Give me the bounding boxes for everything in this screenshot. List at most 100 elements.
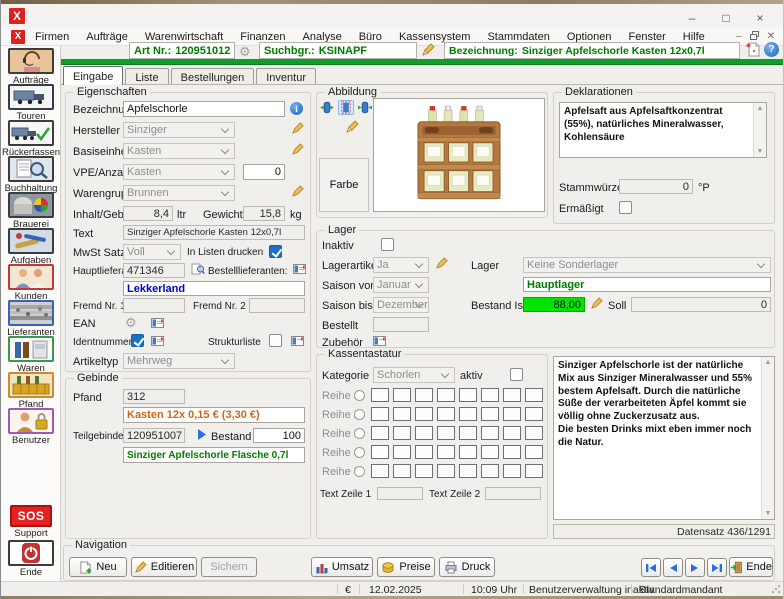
- sidebar-item-ende[interactable]: Ende: [1, 540, 61, 578]
- artikeltyp-select[interactable]: Mehrweg: [123, 353, 235, 369]
- menu-fenster[interactable]: Fenster: [629, 31, 666, 43]
- info-icon[interactable]: i: [290, 102, 303, 115]
- listen-drucken-checkbox[interactable]: [269, 245, 282, 258]
- first-record-button[interactable]: [641, 558, 661, 577]
- article-number-field[interactable]: Art Nr.: 120951012: [129, 42, 235, 59]
- stammwuerze-field[interactable]: 0: [619, 179, 693, 194]
- tab-eingabe[interactable]: Eingabe: [63, 66, 123, 85]
- sidebar-item-auftraege[interactable]: Aufträge: [1, 48, 61, 86]
- mdi-close-icon[interactable]: ✕: [767, 31, 775, 42]
- deklarationen-textarea[interactable]: Apfelsaft aus Apfelsaftkonzentrat (55%),…: [559, 102, 767, 158]
- kassen-key[interactable]: [459, 388, 477, 402]
- search-code-field[interactable]: Suchbgr.: KSINAPF: [259, 42, 417, 59]
- kassen-key[interactable]: [503, 388, 521, 402]
- minimize-button[interactable]: –: [677, 10, 707, 26]
- bestand-edit-pencil-icon[interactable]: [590, 297, 603, 310]
- kassen-key[interactable]: [481, 388, 499, 402]
- kassen-key[interactable]: [371, 407, 389, 421]
- sidebar-item-touren[interactable]: Touren: [1, 84, 61, 122]
- ean-gear-icon[interactable]: ⚙: [125, 316, 137, 329]
- kassen-key[interactable]: [437, 426, 455, 440]
- identnummern-checkbox[interactable]: [131, 334, 144, 347]
- kassen-key[interactable]: [437, 388, 455, 402]
- vpe-count-input[interactable]: 0: [243, 164, 285, 180]
- bestelllieferanten-card-icon[interactable]: [293, 264, 306, 274]
- reihe3-radio[interactable]: [354, 428, 365, 439]
- sidebar-item-kunden[interactable]: Kunden: [1, 264, 61, 302]
- inhalt-field[interactable]: 8,4: [123, 206, 173, 221]
- menu-hilfe[interactable]: Hilfe: [683, 31, 705, 43]
- menu-warenwirtschaft[interactable]: Warenwirtschaft: [145, 31, 223, 43]
- menu-buero[interactable]: Büro: [359, 31, 382, 43]
- basiseinheit-select[interactable]: Kasten: [123, 143, 235, 159]
- menu-kassensystem[interactable]: Kassensystem: [399, 31, 471, 43]
- druck-button[interactable]: Druck: [439, 557, 495, 577]
- ermaessigt-checkbox[interactable]: [619, 201, 632, 214]
- strukturliste-card-icon[interactable]: [291, 336, 304, 346]
- reihe4-radio[interactable]: [354, 447, 365, 458]
- kassen-key[interactable]: [525, 388, 543, 402]
- resize-grip[interactable]: [771, 584, 781, 594]
- image-align-left-icon[interactable]: [319, 100, 335, 115]
- strukturliste-checkbox[interactable]: [269, 334, 282, 347]
- umsatz-button[interactable]: Umsatz: [311, 557, 373, 577]
- kassen-key[interactable]: [393, 426, 411, 440]
- vpe-select[interactable]: Kasten: [123, 164, 235, 180]
- title-bar[interactable]: X – □ ×: [1, 4, 783, 28]
- kassen-key[interactable]: [481, 426, 499, 440]
- fremd1-field[interactable]: [123, 298, 185, 313]
- reihe2-radio[interactable]: [354, 409, 365, 420]
- scroll-up-icon[interactable]: ▲: [757, 105, 764, 112]
- editieren-button[interactable]: Editieren: [131, 557, 197, 577]
- menu-finanzen[interactable]: Finanzen: [240, 31, 285, 43]
- scroll-up-icon[interactable]: ▲: [765, 359, 772, 366]
- ean-card-icon[interactable]: [151, 318, 164, 328]
- bestellt-field[interactable]: [373, 317, 429, 332]
- scroll-down-icon[interactable]: ▼: [757, 148, 764, 155]
- goto-teilgebinde-icon[interactable]: [197, 429, 206, 440]
- hersteller-select[interactable]: Sinziger: [123, 122, 235, 138]
- sidebar-item-waren[interactable]: Waren: [1, 336, 61, 374]
- menu-auftraege[interactable]: Aufträge: [86, 31, 128, 43]
- kassen-key[interactable]: [415, 445, 433, 459]
- warengruppe-select[interactable]: Brunnen: [123, 185, 235, 201]
- sidebar-item-support[interactable]: SOS Support: [1, 505, 61, 539]
- kassen-key[interactable]: [481, 445, 499, 459]
- kassen-key[interactable]: [459, 445, 477, 459]
- report-document-icon[interactable]: [745, 41, 761, 57]
- kassen-key[interactable]: [525, 407, 543, 421]
- zubehoer-card-icon[interactable]: [373, 336, 386, 346]
- sidebar-item-aufgaben[interactable]: Aufgaben: [1, 228, 61, 266]
- sidebar-item-buchhaltung[interactable]: Buchhaltung: [1, 156, 61, 194]
- kassen-key[interactable]: [525, 464, 543, 478]
- scroll-down-icon[interactable]: ▼: [765, 510, 772, 517]
- bestand-ist-field[interactable]: 88,00: [523, 297, 585, 312]
- sidebar-item-pfand[interactable]: Pfand: [1, 372, 61, 410]
- kassen-key[interactable]: [437, 445, 455, 459]
- saison-bis-select[interactable]: Dezember: [373, 297, 429, 313]
- lagerartikel-select[interactable]: Ja: [373, 257, 429, 273]
- menu-firmen[interactable]: Firmen: [35, 31, 69, 43]
- soll-field[interactable]: 0: [631, 297, 771, 312]
- next-record-button[interactable]: [685, 558, 705, 577]
- preise-button[interactable]: Preise: [377, 557, 435, 577]
- image-edit-pencil-icon[interactable]: [345, 120, 359, 134]
- warengruppe-edit-pencil-icon[interactable]: [291, 185, 304, 198]
- kassen-key[interactable]: [371, 388, 389, 402]
- gebinde-bestand-field[interactable]: 100: [253, 428, 305, 443]
- beschreibung-scrollbar[interactable]: ▲▼: [761, 357, 774, 519]
- identnummern-card-icon[interactable]: [151, 336, 164, 346]
- kassen-key[interactable]: [525, 445, 543, 459]
- tab-inventur[interactable]: Inventur: [256, 68, 316, 85]
- settings-gear-icon[interactable]: ⚙: [239, 45, 251, 58]
- kassen-key[interactable]: [481, 407, 499, 421]
- sidebar-item-brauerei[interactable]: Brauerei: [1, 192, 61, 230]
- gewicht-field[interactable]: 15,8: [243, 206, 285, 221]
- lagerartikel-edit-pencil-icon[interactable]: [435, 257, 448, 270]
- ende-button[interactable]: Ende: [729, 557, 773, 577]
- reihe1-radio[interactable]: [354, 390, 365, 401]
- farbe-panel[interactable]: Farbe: [319, 158, 369, 212]
- teilgebinde-field[interactable]: 120951007: [123, 428, 185, 443]
- text-field[interactable]: Sinziger Apfelschorle Kasten 12x0,7l: [123, 225, 305, 240]
- last-record-button[interactable]: [707, 558, 727, 577]
